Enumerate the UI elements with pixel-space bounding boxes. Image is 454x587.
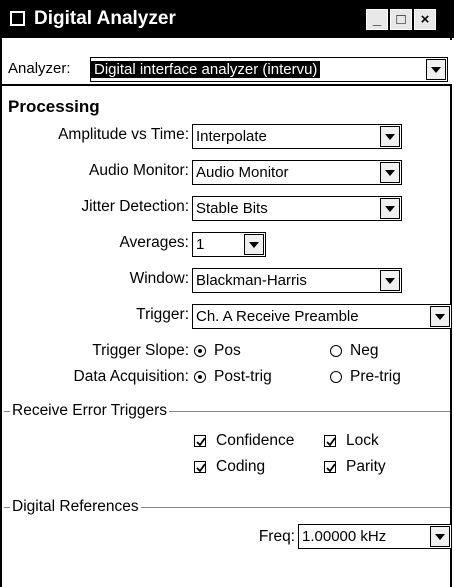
audio-monitor-label: Audio Monitor:	[89, 162, 189, 179]
confidence-checkbox[interactable]	[194, 435, 206, 447]
references-title: Digital References	[10, 498, 141, 516]
maximize-button[interactable]: □	[390, 9, 412, 30]
averages-select[interactable]: 1	[192, 232, 266, 257]
trigger-value: Ch. A Receive Preamble	[196, 308, 359, 325]
chevron-down-icon[interactable]	[380, 198, 400, 219]
jitter-label: Jitter Detection:	[81, 198, 189, 215]
amplitude-label: Amplitude vs Time:	[58, 126, 189, 143]
checkmark-icon	[196, 463, 206, 473]
trigger-label: Trigger:	[136, 306, 189, 323]
title-bar[interactable]: Digital Analyzer _ □ ×	[0, 0, 454, 38]
lock-checkbox[interactable]	[324, 435, 336, 447]
checkmark-icon	[326, 463, 336, 473]
coding-checkbox[interactable]	[194, 461, 206, 473]
chevron-down-icon[interactable]	[380, 162, 400, 183]
acq-pre-radio[interactable]	[330, 371, 342, 383]
acq-post-label[interactable]: Post-trig	[214, 368, 272, 386]
error-triggers-title: Receive Error Triggers	[10, 402, 170, 420]
freq-label: Freq:	[258, 528, 295, 545]
chevron-down-icon[interactable]	[430, 526, 450, 547]
trigger-select[interactable]: Ch. A Receive Preamble	[192, 304, 452, 329]
trigger-slope-label: Trigger Slope:	[92, 342, 189, 359]
analyzer-value: Digital interface analyzer (intervu)	[91, 61, 321, 78]
acquisition-label: Data Acquisition:	[73, 368, 189, 385]
analyzer-label: Analyzer:	[8, 60, 71, 77]
acq-post-radio[interactable]	[194, 371, 206, 383]
acq-pre-label[interactable]: Pre-trig	[350, 368, 401, 386]
chevron-down-icon[interactable]	[244, 234, 264, 255]
window-select[interactable]: Blackman-Harris	[192, 268, 402, 293]
averages-value: 1	[196, 236, 205, 253]
window-label: Window:	[129, 270, 189, 287]
checkmark-icon	[196, 437, 206, 447]
audio-monitor-select[interactable]: Audio Monitor	[192, 160, 402, 185]
averages-label: Averages:	[119, 234, 189, 251]
amplitude-value: Interpolate	[196, 128, 267, 145]
chevron-down-icon[interactable]	[380, 270, 400, 291]
freq-value: 1.00000 kHz	[302, 528, 387, 545]
jitter-select[interactable]: Stable Bits	[192, 196, 402, 221]
audio-monitor-value: Audio Monitor	[196, 164, 289, 181]
analyzer-select[interactable]: Digital interface analyzer (intervu)	[90, 57, 448, 82]
close-button[interactable]: ×	[414, 9, 436, 30]
parity-label[interactable]: Parity	[346, 458, 386, 476]
checkmark-icon	[326, 437, 336, 447]
slope-neg-label[interactable]: Neg	[350, 342, 378, 360]
chevron-down-icon[interactable]	[426, 59, 446, 80]
window-title: Digital Analyzer	[34, 8, 176, 29]
slope-neg-radio[interactable]	[330, 345, 342, 357]
slope-pos-radio[interactable]	[194, 345, 206, 357]
coding-label[interactable]: Coding	[216, 458, 265, 476]
amplitude-select[interactable]: Interpolate	[192, 124, 402, 149]
window-value: Blackman-Harris	[196, 272, 307, 289]
confidence-label[interactable]: Confidence	[216, 432, 294, 450]
jitter-value: Stable Bits	[196, 200, 268, 217]
lock-label[interactable]: Lock	[346, 432, 379, 450]
chevron-down-icon[interactable]	[380, 126, 400, 147]
processing-title: Processing	[8, 97, 100, 116]
parity-checkbox[interactable]	[324, 461, 336, 473]
chevron-down-icon[interactable]	[430, 306, 450, 327]
freq-select[interactable]: 1.00000 kHz	[298, 524, 452, 549]
slope-pos-label[interactable]: Pos	[214, 342, 241, 360]
minimize-button[interactable]: _	[366, 9, 388, 30]
window-icon	[10, 11, 25, 26]
